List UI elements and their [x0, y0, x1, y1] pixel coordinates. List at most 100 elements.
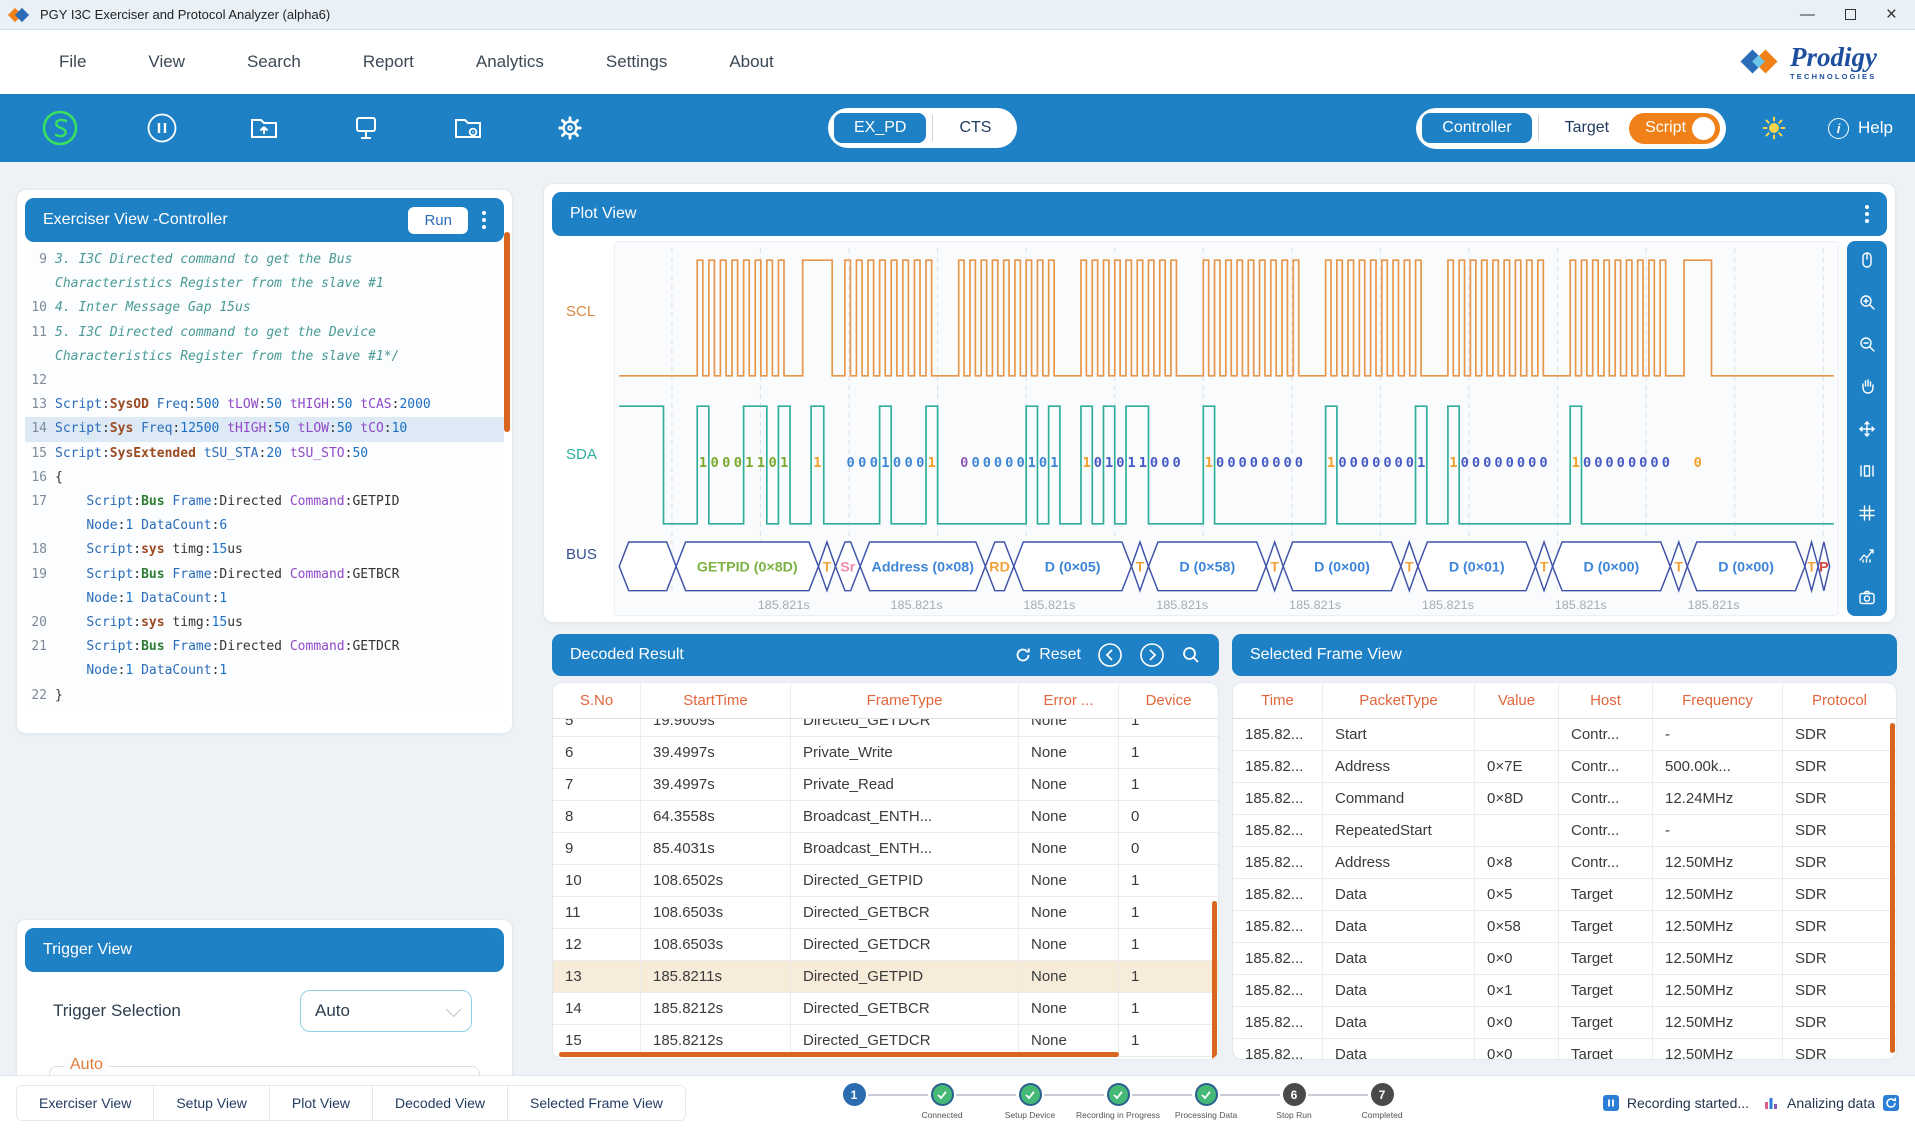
script-toggle[interactable]: Script	[1629, 113, 1720, 144]
code-line[interactable]: 93. I3C Directed command to get the Bus	[25, 248, 504, 272]
maximize-button[interactable]	[1845, 9, 1856, 20]
waveform-area[interactable]: 1000110110001000100000010110101100010000…	[614, 241, 1839, 616]
tab-controller[interactable]: Controller	[1422, 113, 1531, 143]
menu-item-search[interactable]: Search	[216, 44, 332, 80]
exerciser-menu-icon[interactable]	[482, 211, 486, 229]
table-row[interactable]: 864.3558sBroadcast_ENTH...None0	[553, 801, 1218, 833]
check-icon	[1112, 1089, 1124, 1101]
menu-item-report[interactable]: Report	[332, 44, 445, 80]
table-row[interactable]: 985.4031sBroadcast_ENTH...None0	[553, 833, 1218, 865]
script-editor[interactable]: 93. I3C Directed command to get the BusC…	[25, 248, 504, 710]
tab-cts[interactable]: CTS	[939, 113, 1011, 143]
next-circle-icon[interactable]	[1139, 642, 1165, 668]
device-monitor-icon[interactable]	[346, 108, 386, 148]
table-row[interactable]: 10108.6502sDirected_GETPIDNone1	[553, 865, 1218, 897]
grid-icon[interactable]	[1857, 503, 1877, 523]
code-line[interactable]: 15Script:SysExtended tSU_STA:20 tSU_STO:…	[25, 442, 504, 466]
plot-menu-icon[interactable]	[1865, 205, 1869, 223]
code-line[interactable]: 17 Script:Bus Frame:Directed Command:GET…	[25, 490, 504, 514]
table-cell: Data	[1323, 911, 1475, 942]
code-line[interactable]: 19 Script:Bus Frame:Directed Command:GET…	[25, 563, 504, 587]
menu-item-analytics[interactable]: Analytics	[445, 44, 575, 80]
menu-item-settings[interactable]: Settings	[575, 44, 698, 80]
exerciser-run-icon[interactable]	[40, 108, 80, 148]
code-line[interactable]: Characteristics Register from the slave …	[25, 345, 504, 369]
pause-icon[interactable]	[142, 108, 182, 148]
tab-target[interactable]: Target	[1545, 113, 1629, 143]
panels-icon[interactable]	[1857, 461, 1877, 481]
search-icon[interactable]	[1181, 645, 1201, 665]
pan-hand-icon[interactable]	[1857, 376, 1877, 396]
svg-text:1: 1	[1449, 456, 1457, 471]
table-row[interactable]: 185.82...Data0×1Target12.50MHzSDR	[1233, 975, 1896, 1007]
sun-theme-icon[interactable]	[1754, 108, 1794, 148]
table-row[interactable]: 185.82...Address0×7EContr...500.00k...SD…	[1233, 751, 1896, 783]
code-line[interactable]: 18 Script:sys timg:15us	[25, 538, 504, 562]
code-line[interactable]: 20 Script:sys timg:15us	[25, 611, 504, 635]
view-tab-setup-view[interactable]: Setup View	[154, 1086, 270, 1120]
code-line[interactable]: 13Script:SysOD Freq:500 tLOW:50 tHIGH:50…	[25, 393, 504, 417]
step-connector	[1308, 1094, 1368, 1096]
zoom-out-icon[interactable]	[1857, 334, 1877, 354]
view-tab-selected-frame-view[interactable]: Selected Frame View	[508, 1086, 685, 1120]
table-cell: None	[1019, 865, 1119, 896]
view-tab-exerciser-view[interactable]: Exerciser View	[17, 1086, 154, 1120]
table-row[interactable]: 639.4997sPrivate_WriteNone1	[553, 737, 1218, 769]
svg-text:1: 1	[757, 456, 765, 471]
mouse-icon[interactable]	[1857, 250, 1877, 270]
table-row[interactable]: 12108.6503sDirected_GETDCRNone1	[553, 929, 1218, 961]
minimize-button[interactable]: —	[1800, 7, 1815, 22]
code-line[interactable]: 104. Inter Message Gap 15us	[25, 296, 504, 320]
table-row[interactable]: 739.4997sPrivate_ReadNone1	[553, 769, 1218, 801]
code-line[interactable]: Node:1 DataCount:6	[25, 514, 504, 538]
table-row[interactable]: 14185.8212sDirected_GETBCRNone1	[553, 993, 1218, 1025]
table-row[interactable]: 185.82...RepeatedStartContr...-SDR	[1233, 815, 1896, 847]
table-row[interactable]: 519.9609sDirected_GETDCRNone1	[553, 719, 1218, 737]
zoom-in-icon[interactable]	[1857, 292, 1877, 312]
code-line[interactable]: 21 Script:Bus Frame:Directed Command:GET…	[25, 635, 504, 659]
view-tab-plot-view[interactable]: Plot View	[270, 1086, 373, 1120]
code-line[interactable]: 16{	[25, 466, 504, 490]
table-header-row: S.NoStartTimeFrameTypeError ...Device	[553, 683, 1218, 719]
editor-scrollbar[interactable]	[504, 232, 510, 432]
code-line[interactable]: 22}	[25, 684, 504, 708]
table-row[interactable]: 185.82...Data0×0Target12.50MHzSDR	[1233, 1039, 1896, 1060]
table-row[interactable]: 13185.8211sDirected_GETPIDNone1	[553, 961, 1218, 993]
status-analyzing: Analizing data	[1787, 1095, 1875, 1111]
settings-gear-icon[interactable]	[550, 108, 590, 148]
table-row[interactable]: 185.82...Address0×8Contr...12.50MHzSDR	[1233, 847, 1896, 879]
frame-vscrollbar[interactable]	[1890, 723, 1895, 1053]
close-button[interactable]: ×	[1886, 5, 1897, 24]
trend-chart-icon[interactable]	[1857, 545, 1877, 565]
decoded-hscrollbar[interactable]	[559, 1052, 1119, 1057]
decoded-vscrollbar[interactable]	[1212, 901, 1217, 1060]
table-row[interactable]: 185.82...Data0×58Target12.50MHzSDR	[1233, 911, 1896, 943]
code-line[interactable]: 14Script:Sys Freq:12500 tHIGH:50 tLOW:50…	[25, 417, 504, 441]
table-row[interactable]: 185.82...Data0×5Target12.50MHzSDR	[1233, 879, 1896, 911]
prev-circle-icon[interactable]	[1097, 642, 1123, 668]
trigger-selection-dropdown[interactable]: Auto	[300, 990, 472, 1032]
table-row[interactable]: 11108.6503sDirected_GETBCRNone1	[553, 897, 1218, 929]
menu-item-file[interactable]: File	[28, 44, 117, 80]
code-line[interactable]: Characteristics Register from the slave …	[25, 272, 504, 296]
code-line[interactable]: Node:1 DataCount:1	[25, 659, 504, 683]
table-row[interactable]: 185.82...Command0×8DContr...12.24MHzSDR	[1233, 783, 1896, 815]
code-line[interactable]: Node:1 DataCount:1	[25, 587, 504, 611]
code-line[interactable]: 115. I3C Directed command to get the Dev…	[25, 321, 504, 345]
folder-upload-icon[interactable]	[244, 108, 284, 148]
view-tab-decoded-view[interactable]: Decoded View	[373, 1086, 508, 1120]
menu-item-about[interactable]: About	[698, 44, 804, 80]
table-row[interactable]: 185.82...Data0×0Target12.50MHzSDR	[1233, 943, 1896, 975]
code-line[interactable]: 12	[25, 369, 504, 393]
camera-icon[interactable]	[1857, 587, 1877, 607]
move-icon[interactable]	[1857, 419, 1877, 439]
reset-button[interactable]: Reset	[1014, 646, 1081, 664]
table-row[interactable]: 185.82...StartContr...-SDR	[1233, 719, 1896, 751]
menu-item-view[interactable]: View	[117, 44, 216, 80]
tab-ex-pd[interactable]: EX_PD	[834, 113, 926, 143]
run-button[interactable]: Run	[408, 207, 468, 234]
help-button[interactable]: i Help	[1828, 118, 1893, 139]
svg-text:0: 0	[1350, 456, 1358, 471]
folder-settings-icon[interactable]	[448, 108, 488, 148]
table-row[interactable]: 185.82...Data0×0Target12.50MHzSDR	[1233, 1007, 1896, 1039]
